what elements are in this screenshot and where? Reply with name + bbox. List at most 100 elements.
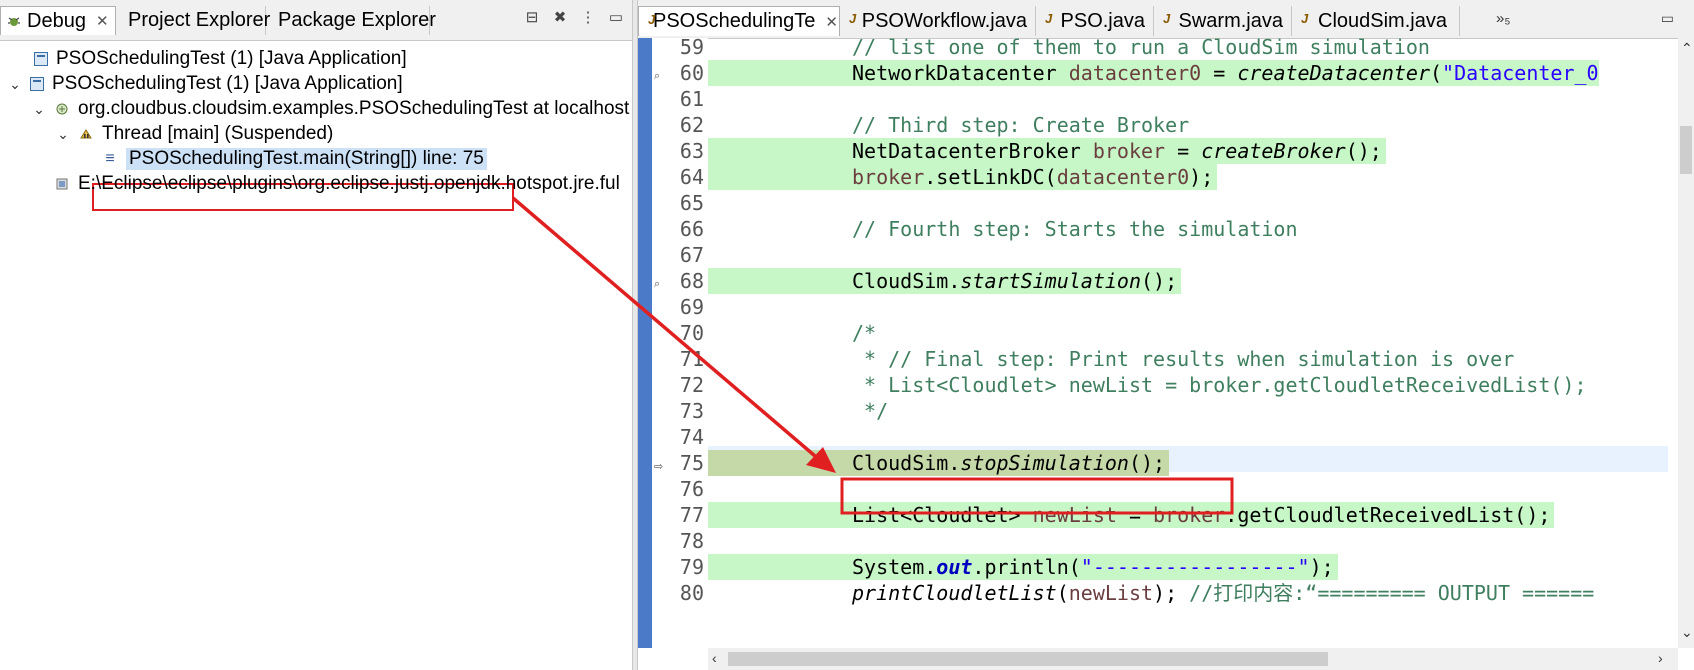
tree-label-selected: PSOSchedulingTest.main(String[]) line: 7… (126, 148, 487, 170)
chevron-down-icon[interactable]: ⌄ (8, 76, 22, 93)
debug-tree: PSOSchedulingTest (1) [Java Application]… (0, 40, 632, 670)
debug-icon (8, 17, 20, 26)
code-line-80: printCloudletList(newList); //打印内容:“====… (852, 581, 1595, 605)
editor-tab-label: PSOSchedulingTe (653, 10, 816, 32)
tree-row-process[interactable]: E:\Eclipse\eclipse\plugins\org.eclipse.j… (54, 171, 620, 197)
editor-tab-bar: PSOSchedulingTe ✕ PSOWorkflow.java PSO.j… (638, 0, 1694, 39)
minimize-icon[interactable]: ▭ (608, 8, 624, 26)
java-application-icon (30, 77, 44, 91)
line-number: 74 (679, 425, 704, 449)
code-line-77: List<Cloudlet> newList = broker.getCloud… (708, 502, 1555, 528)
chevron-left-icon[interactable]: ‹ (712, 650, 717, 666)
tree-row-thread[interactable]: ⌄ Thread [main] (Suspended) (56, 121, 333, 147)
code-line-60: NetworkDatacenter datacenter0 = createDa… (708, 60, 1599, 86)
line-number: 79 (679, 555, 704, 579)
tab-psoworkflow[interactable]: PSOWorkflow.java (840, 6, 1036, 36)
line-number: 80 (679, 581, 704, 605)
code-line-75: CloudSim.stopSimulation(); (708, 450, 1170, 476)
editor-tab-label: CloudSim.java (1318, 9, 1447, 32)
line-number: 61 (679, 87, 704, 111)
code-line-59: // list one of them to run a CloudSim si… (852, 38, 1430, 59)
debug-target-icon (56, 103, 68, 115)
line-number: 64 (679, 165, 704, 189)
tab-pso[interactable]: PSO.java (1036, 6, 1154, 36)
code-line-70: /* (852, 321, 877, 345)
close-icon[interactable]: ✕ (96, 12, 109, 30)
code-line-79: System.out.println("-----------------"); (708, 554, 1338, 580)
view-menu-icon[interactable]: ⋮ (580, 8, 596, 26)
chevron-down-icon[interactable]: ⌄ (1681, 624, 1693, 641)
tree-row-launch-2[interactable]: ⌄ PSOSchedulingTest (1) [Java Applicatio… (8, 71, 403, 97)
horizontal-scroll-thumb[interactable] (728, 652, 1328, 666)
java-file-icon (848, 11, 856, 29)
close-icon[interactable]: ✕ (825, 13, 838, 31)
chevron-down-icon[interactable]: ⌄ (56, 126, 70, 143)
code-line-62: // Third step: Create Broker (852, 113, 1190, 137)
horizontal-scrollbar[interactable]: ‹ › (708, 648, 1678, 670)
line-number: 68 (679, 269, 704, 293)
tree-row-debug-target[interactable]: ⌄ org.cloudbus.cloudsim.examples.PSOSche… (32, 96, 629, 122)
tab-debug[interactable]: Debug ✕ (0, 6, 116, 35)
process-icon (56, 178, 68, 190)
line-number-gutter: ⌕ ⌕ ⇨ 59 60 61 62 63 64 65 66 67 68 69 70 71 72 73 74 75… (652, 35, 708, 648)
more-tabs-button[interactable]: »₅ (1496, 10, 1510, 27)
java-file-icon (1300, 11, 1312, 29)
chevron-right-icon[interactable]: › (1658, 650, 1663, 666)
tab-debug-label: Debug (27, 9, 86, 32)
line-number: 78 (679, 529, 704, 553)
overview-ruler (638, 38, 652, 648)
code-area[interactable]: // list one of them to run a CloudSim si… (708, 38, 1668, 648)
line-number: 69 (679, 295, 704, 319)
tab-psoschedulingtest[interactable]: PSOSchedulingTe ✕ (638, 6, 840, 36)
java-file-icon (1044, 11, 1055, 29)
line-number: 63 (679, 139, 704, 163)
line-number: 73 (679, 399, 704, 423)
java-application-icon (34, 52, 48, 66)
editor-tab-label: PSO.java (1060, 9, 1145, 32)
line-number: 59 (679, 35, 704, 59)
line-number: 70 (679, 321, 704, 345)
code-line-63: NetDatacenterBroker broker = createBroke… (708, 138, 1386, 164)
line-number: 71 (679, 347, 704, 371)
tab-project-explorer[interactable]: Project Explorer (116, 6, 270, 35)
line-number: 77 (679, 503, 704, 527)
vertical-scroll-thumb[interactable] (1680, 126, 1692, 174)
tree-label: Thread [main] (Suspended) (102, 123, 334, 144)
minimize-icon[interactable]: ▭ (1661, 10, 1674, 27)
chevron-down-icon[interactable]: ⌄ (32, 101, 46, 118)
tree-row-launch-1[interactable]: PSOSchedulingTest (1) [Java Application] (12, 46, 407, 72)
editor-tab-label: Swarm.java (1178, 9, 1283, 32)
vertical-scrollbar[interactable]: ⌃ ⌄ (1678, 38, 1694, 648)
tab-package-explorer-label: Package Explorer (278, 9, 436, 31)
code-line-73: */ (852, 399, 889, 423)
thread-suspended-icon (80, 129, 92, 139)
line-number: 66 (679, 217, 704, 241)
tab-cloudsim[interactable]: CloudSim.java (1292, 6, 1460, 36)
java-file-icon (1162, 11, 1173, 29)
line-number: 65 (679, 191, 704, 215)
code-line-71: * // Final step: Print results when simu… (852, 347, 1515, 371)
line-number: 76 (679, 477, 704, 501)
code-line-64: broker.setLinkDC(datacenter0); (708, 164, 1218, 190)
left-tab-bar: Debug ✕ Project Explorer Package Explore… (0, 0, 632, 41)
stack-frame-icon: ≡ (105, 150, 115, 167)
line-number: 72 (679, 373, 704, 397)
tree-label: PSOSchedulingTest (1) [Java Application] (56, 48, 407, 69)
tree-row-stack-frame[interactable]: ≡ PSOSchedulingTest.main(String[]) line:… (102, 146, 487, 172)
code-line-66: // Fourth step: Starts the simulation (852, 217, 1298, 241)
chevron-up-icon[interactable]: ⌃ (1681, 40, 1693, 57)
tab-swarm[interactable]: Swarm.java (1154, 6, 1292, 36)
tree-label: PSOSchedulingTest (1) [Java Application] (52, 73, 403, 94)
collapse-all-icon[interactable]: ⊟ (524, 8, 540, 26)
editor-tab-label: PSOWorkflow.java (861, 9, 1027, 32)
line-number: 60 (679, 61, 704, 85)
view-toolbar: ⊟ ✖ ⋮ ▭ (524, 8, 624, 26)
tab-package-explorer[interactable]: Package Explorer (266, 6, 436, 35)
line-number: 67 (679, 243, 704, 267)
tree-label: E:\Eclipse\eclipse\plugins\org.eclipse.j… (78, 173, 620, 194)
code-line-68: CloudSim.startSimulation(); (708, 268, 1182, 294)
line-number: 62 (679, 113, 704, 137)
remove-terminated-icon[interactable]: ✖ (552, 8, 568, 26)
java-editor: PSOSchedulingTe ✕ PSOWorkflow.java PSO.j… (638, 0, 1694, 670)
debug-view: Debug ✕ Project Explorer Package Explore… (0, 0, 632, 670)
